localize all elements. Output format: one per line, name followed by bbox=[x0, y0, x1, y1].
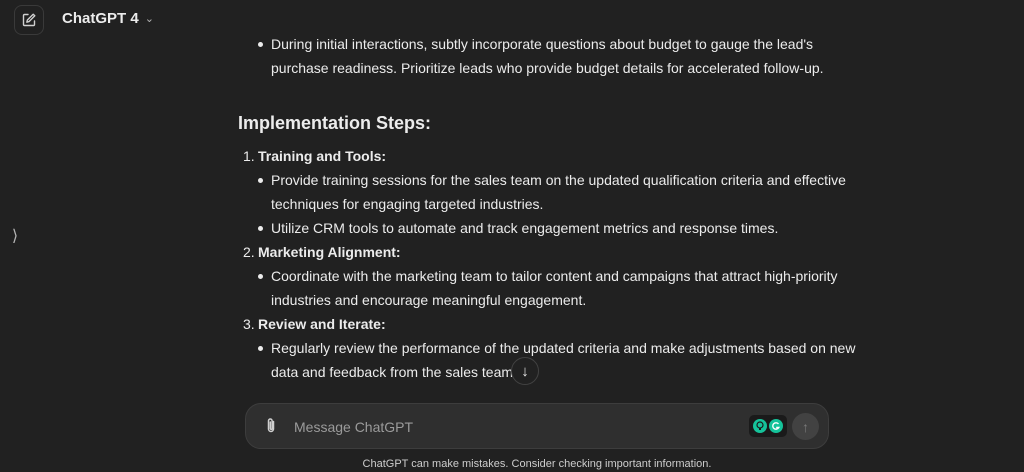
paperclip-icon bbox=[267, 418, 275, 433]
step-title: 3. Review and Iterate: bbox=[238, 312, 858, 336]
list-item: Utilize CRM tools to automate and track … bbox=[238, 216, 858, 240]
message-composer: ↑ bbox=[245, 403, 829, 449]
scroll-to-bottom-button[interactable]: ↓ bbox=[511, 357, 539, 385]
list-item: Regularly review the performance of the … bbox=[238, 336, 858, 384]
bullet-text-line: techniques for engaging targeted industr… bbox=[271, 196, 544, 212]
send-button[interactable]: ↑ bbox=[792, 413, 819, 440]
bullet-text-line: During initial interactions, subtly inco… bbox=[271, 36, 814, 52]
step-title-text: Marketing Alignment: bbox=[258, 244, 401, 260]
extension-badge[interactable] bbox=[749, 415, 787, 437]
bullet-text-line: Provide training sessions for the sales … bbox=[271, 172, 846, 188]
bullet-text-line: purchase readiness. Prioritize leads who… bbox=[271, 60, 824, 76]
disclaimer-text: ChatGPT can make mistakes. Consider chec… bbox=[362, 458, 712, 470]
bullet-text-line: Utilize CRM tools to automate and track … bbox=[271, 220, 779, 236]
bullet-text-line: industries and encourage meaningful enga… bbox=[271, 292, 587, 308]
implementation-section: Implementation Steps: bbox=[238, 110, 858, 136]
bullet-text-line: Coordinate with the marketing team to ta… bbox=[271, 268, 838, 284]
lightbulb-icon bbox=[753, 419, 767, 433]
step-title: 1. Training and Tools: bbox=[238, 144, 858, 168]
step-number: 1. bbox=[243, 148, 255, 164]
steps-list: 1. Training and Tools: Provide training … bbox=[238, 144, 858, 384]
grammarly-icon bbox=[769, 419, 783, 433]
bullet-text-line: Regularly review the performance of the … bbox=[271, 340, 856, 356]
step-number: 3. bbox=[243, 316, 255, 332]
section-heading: Implementation Steps: bbox=[238, 113, 432, 133]
list-item: Coordinate with the marketing team to ta… bbox=[238, 264, 858, 312]
step-title: 2. Marketing Alignment: bbox=[238, 240, 858, 264]
message-input[interactable] bbox=[292, 412, 736, 442]
arrow-up-icon: ↑ bbox=[802, 418, 809, 435]
bullet-text-line: data and feedback from the sales team. bbox=[271, 364, 517, 380]
step-title-text: Training and Tools: bbox=[258, 148, 387, 164]
attach-button[interactable] bbox=[261, 416, 281, 436]
arrow-down-icon: ↓ bbox=[521, 362, 529, 380]
partial-bullet: During initial interactions, subtly inco… bbox=[238, 32, 858, 80]
step-number: 2. bbox=[243, 244, 255, 260]
list-item: Provide training sessions for the sales … bbox=[238, 168, 858, 216]
step-title-text: Review and Iterate: bbox=[258, 316, 386, 332]
list-item: During initial interactions, subtly inco… bbox=[238, 32, 858, 80]
conversation-area: During initial interactions, subtly inco… bbox=[0, 0, 1024, 395]
